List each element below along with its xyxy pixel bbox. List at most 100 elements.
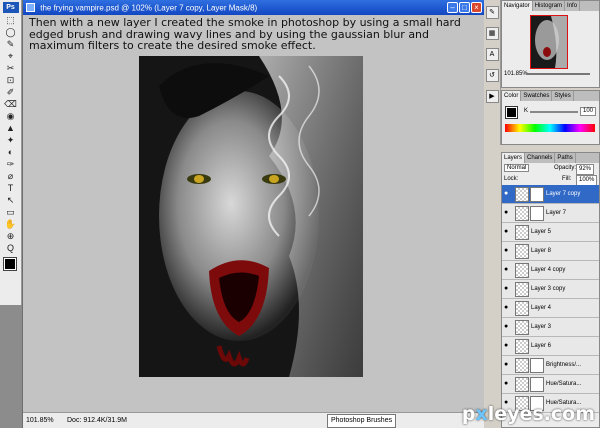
tool-icon[interactable]: ▲ (4, 123, 18, 134)
zoom-level[interactable]: 101.85% (26, 413, 54, 428)
foreground-color-swatch[interactable] (3, 257, 17, 271)
navigator-zoom[interactable]: 101.85% (504, 71, 528, 77)
tool-icon[interactable]: T (4, 183, 18, 194)
tool-list: ⬚ ◯ ✎ ⌖ ✂ ⊡ ✐ ⌫ ◉ ▲ ✦ ◐ ✑ ⌀ T ↖ ▭ ✋ ⊕ Q (0, 15, 21, 254)
navigator-tabs: Navigator Histogram Info (502, 1, 599, 11)
layer-row[interactable]: ● Layer 7 copy (502, 185, 599, 204)
tool-icon[interactable]: ✂ (4, 63, 18, 74)
layer-mask-thumbnail[interactable] (530, 187, 544, 202)
tool-icon[interactable]: ✑ (4, 159, 18, 170)
layer-lock-row: Lock: Fill: 100% (502, 174, 599, 186)
layer-row[interactable]: ● Layer 4 copy (502, 261, 599, 280)
eye-icon[interactable]: ● (504, 375, 512, 393)
tool-icon[interactable]: ✦ (4, 135, 18, 146)
pxleyes-watermark: pxleyes.com (462, 403, 595, 425)
minimize-icon[interactable]: – (447, 2, 458, 13)
watermark-text-a: p (461, 403, 476, 425)
layer-thumbnail (515, 244, 529, 259)
layer-name: Layer 5 (531, 229, 552, 235)
color-spectrum-bar[interactable] (505, 124, 595, 132)
tool-icon[interactable]: ⌫ (4, 99, 18, 110)
eye-icon[interactable]: ● (504, 242, 512, 260)
navigator-thumbnail[interactable] (530, 15, 568, 69)
layer-thumbnail (515, 263, 529, 278)
eye-icon[interactable]: ● (504, 299, 512, 317)
lock-label: Lock: (504, 176, 519, 182)
eye-icon[interactable]: ● (504, 280, 512, 298)
tool-icon[interactable]: ⊡ (4, 75, 18, 86)
layer-mask-thumbnail[interactable] (530, 377, 544, 392)
layer-mask-thumbnail[interactable] (530, 358, 544, 373)
eye-icon[interactable]: ● (504, 337, 512, 355)
layer-row[interactable]: ● Layer 5 (502, 223, 599, 242)
vampire-photo[interactable] (139, 56, 363, 377)
tool-icon[interactable]: ✐ (4, 87, 18, 98)
layer-row[interactable]: ● Layer 8 (502, 242, 599, 261)
layer-name: Layer 6 (531, 343, 552, 349)
tab-paths[interactable]: Paths (555, 153, 576, 163)
document-size[interactable]: Doc: 912.4K/31.9M (67, 413, 127, 428)
eye-icon[interactable]: ● (504, 356, 512, 374)
tool-preset-icon[interactable]: ▦ (485, 27, 499, 40)
brush-preset-icon[interactable]: ✎ (485, 6, 499, 19)
color-foreground-swatch[interactable] (505, 106, 518, 119)
navigator-zoom-slider[interactable] (526, 73, 590, 75)
layer-row[interactable]: ● Layer 3 copy (502, 280, 599, 299)
layer-name: Layer 7 copy (546, 191, 581, 197)
color-value-field[interactable]: 100 (580, 107, 596, 116)
tool-icon[interactable]: ↖ (4, 195, 18, 206)
layer-row[interactable]: ● Layer 7 (502, 204, 599, 223)
tool-icon[interactable]: ⌖ (4, 51, 18, 62)
layer-blend-row: Normal Opacity: 92% (502, 163, 599, 175)
layers-panel: Layers Channels Paths Normal Opacity: 92… (462, 152, 600, 428)
tool-icon[interactable]: ⊕ (4, 231, 18, 242)
actions-icon[interactable]: ▶ (485, 90, 499, 103)
eye-icon[interactable]: ● (504, 204, 512, 222)
layers-tabs: Layers Channels Paths (502, 153, 599, 163)
tab-histogram[interactable]: Histogram (533, 1, 566, 11)
layer-row[interactable]: ● Layer 3 (502, 318, 599, 337)
layer-thumbnail (515, 301, 529, 316)
document-titlebar[interactable]: the frying vampire.psd @ 102% (Layer 7 c… (23, 0, 484, 15)
eye-icon[interactable]: ● (504, 261, 512, 279)
opacity-label: Opacity: (554, 165, 577, 171)
layer-row[interactable]: ● Brightness/... (502, 356, 599, 375)
right-panels: ✎ ▦ A ↺ ▶ Navigator Histogram Info 101.8… (462, 0, 600, 428)
tool-icon[interactable]: ◯ (4, 27, 18, 38)
tool-icon[interactable]: Q (4, 243, 18, 254)
tool-icon[interactable]: ◉ (4, 111, 18, 122)
tool-icon[interactable]: ⌀ (4, 171, 18, 182)
tutorial-caption: Then with a new layer I created the smok… (29, 16, 461, 52)
close-icon[interactable]: × (471, 2, 482, 13)
brushes-popup[interactable]: Photoshop Brushes (327, 414, 397, 428)
eye-icon[interactable]: ● (504, 318, 512, 336)
tool-icon[interactable]: ✎ (4, 39, 18, 50)
tab-layers[interactable]: Layers (502, 153, 526, 163)
tab-styles[interactable]: Styles (552, 91, 574, 101)
tool-icon[interactable]: ◐ (4, 147, 18, 158)
eye-icon[interactable]: ● (504, 185, 512, 203)
history-icon[interactable]: ↺ (485, 69, 499, 82)
tab-swatches[interactable]: Swatches (521, 91, 553, 101)
layer-row[interactable]: ● Layer 6 (502, 337, 599, 356)
layer-row[interactable]: ● Hue/Satura... (502, 375, 599, 394)
tab-channels[interactable]: Channels (525, 153, 556, 163)
blend-mode-select[interactable]: Normal (504, 164, 530, 172)
tab-info[interactable]: Info (565, 1, 581, 11)
tab-color[interactable]: Color (502, 91, 522, 101)
document-icon (26, 3, 35, 13)
document-window: the frying vampire.psd @ 102% (Layer 7 c… (22, 0, 485, 428)
tool-icon[interactable]: ⬚ (4, 15, 18, 26)
tab-navigator[interactable]: Navigator (502, 1, 533, 11)
maximize-icon[interactable]: □ (459, 2, 470, 13)
color-slider[interactable] (530, 111, 578, 113)
tool-icon[interactable]: ▭ (4, 207, 18, 218)
layer-row[interactable]: ● Layer 4 (502, 299, 599, 318)
tool-icon[interactable]: ✋ (4, 219, 18, 230)
tools-panel: Ps ⬚ ◯ ✎ ⌖ ✂ ⊡ ✐ ⌫ ◉ ▲ ✦ ◐ ✑ ⌀ T ↖ ▭ ✋ ⊕ Q (0, 0, 22, 305)
eye-icon[interactable]: ● (504, 223, 512, 241)
photoshop-logo: Ps (2, 2, 19, 13)
layer-mask-thumbnail[interactable] (530, 206, 544, 221)
layer-comps-icon[interactable]: A (485, 48, 499, 61)
layer-thumbnail (515, 282, 529, 297)
